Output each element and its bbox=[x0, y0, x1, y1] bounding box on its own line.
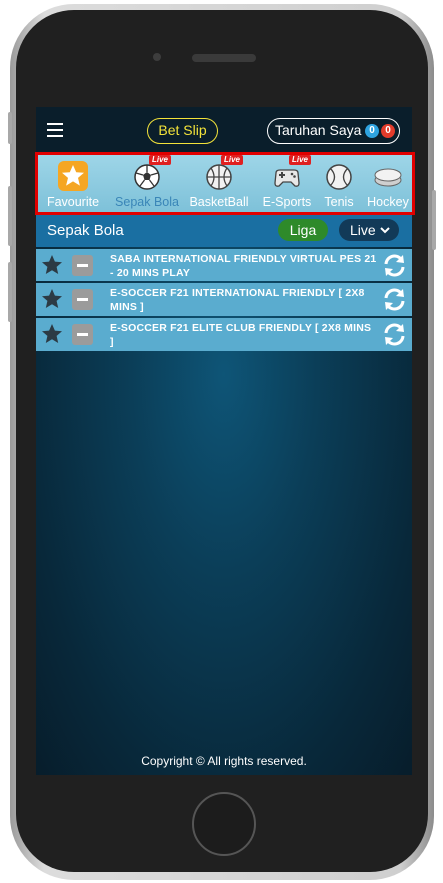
app-screen: Bet Slip Taruhan Saya 0 0 Favourite Live… bbox=[36, 107, 412, 775]
home-button[interactable] bbox=[192, 792, 256, 856]
my-bets-button[interactable]: Taruhan Saya 0 0 bbox=[267, 118, 400, 144]
collapse-icon[interactable] bbox=[72, 255, 93, 276]
favourite-star-icon[interactable] bbox=[41, 323, 63, 345]
favourite-star-icon[interactable] bbox=[41, 254, 63, 276]
league-row[interactable]: E-SOCCER F21 ELITE CLUB FRIENDLY [ 2X8 M… bbox=[36, 318, 412, 351]
sport-category-bar: Favourite Live Sepak Bola Live BasketBal… bbox=[36, 153, 412, 215]
sport-tab-tenis[interactable]: Tenis bbox=[320, 153, 358, 215]
league-row[interactable]: SABA INTERNATIONAL FRIENDLY VIRTUAL PES … bbox=[36, 249, 412, 281]
star-icon bbox=[58, 161, 88, 191]
live-dropdown[interactable]: Live bbox=[339, 219, 399, 241]
league-name: E-SOCCER F21 INTERNATIONAL FRIENDLY [ 2X… bbox=[110, 287, 365, 313]
phone-volume-down bbox=[8, 262, 12, 322]
sport-tab-label: Favourite bbox=[46, 195, 100, 209]
live-dropdown-label: Live bbox=[350, 222, 376, 238]
phone-volume-up bbox=[8, 186, 12, 246]
refresh-icon[interactable] bbox=[382, 322, 407, 347]
sport-tab-label: BasketBall bbox=[189, 195, 249, 209]
collapse-icon[interactable] bbox=[72, 289, 93, 310]
refresh-icon[interactable] bbox=[382, 287, 407, 312]
soccer-ball-icon bbox=[134, 164, 160, 190]
gamepad-icon bbox=[274, 169, 300, 187]
copyright-text: Copyright © All rights reserved. bbox=[141, 754, 307, 768]
chevron-down-icon bbox=[380, 227, 390, 234]
sport-tab-sepak-bola[interactable]: Live Sepak Bola bbox=[110, 153, 184, 215]
earpiece-speaker bbox=[192, 54, 256, 62]
my-bets-label: Taruhan Saya bbox=[275, 122, 362, 138]
league-row[interactable]: E-SOCCER F21 INTERNATIONAL FRIENDLY [ 2X… bbox=[36, 283, 412, 316]
sport-tab-label: E-Sports bbox=[262, 195, 312, 209]
live-tag: Live bbox=[289, 155, 312, 165]
bet-slip-button[interactable]: Bet Slip bbox=[147, 118, 218, 144]
active-tab-indicator bbox=[137, 212, 157, 214]
my-bets-count-badge-red: 0 bbox=[381, 124, 395, 138]
league-list: SABA INTERNATIONAL FRIENDLY VIRTUAL PES … bbox=[36, 249, 412, 351]
collapse-icon[interactable] bbox=[72, 324, 93, 345]
my-bets-count-badge-blue: 0 bbox=[365, 124, 379, 138]
liga-button[interactable]: Liga bbox=[278, 219, 328, 241]
top-bar: Bet Slip Taruhan Saya 0 0 bbox=[36, 107, 412, 153]
sport-tab-label: Hockey bbox=[367, 195, 409, 209]
live-tag: Live bbox=[221, 155, 244, 165]
sport-tab-e-sports[interactable]: Live E-Sports bbox=[256, 153, 318, 215]
hockey-puck-icon bbox=[374, 168, 402, 187]
hamburger-menu-icon[interactable] bbox=[47, 123, 63, 137]
section-header: Sepak Bola Liga Live bbox=[36, 215, 412, 247]
sport-tab-favourite[interactable]: Favourite bbox=[44, 153, 102, 215]
section-title: Sepak Bola bbox=[47, 222, 124, 239]
tennis-ball-icon bbox=[326, 164, 352, 190]
phone-mute-switch bbox=[8, 112, 12, 144]
league-name: E-SOCCER F21 ELITE CLUB FRIENDLY [ 2X8 M… bbox=[110, 322, 372, 348]
sport-tab-basketball[interactable]: Live BasketBall bbox=[186, 153, 252, 215]
sport-tab-hockey[interactable]: Hockey bbox=[362, 153, 412, 215]
phone-power-button bbox=[432, 190, 436, 250]
sport-tab-label: Sepak Bola bbox=[115, 195, 179, 209]
live-tag: Live bbox=[149, 155, 172, 165]
front-camera bbox=[153, 53, 161, 61]
refresh-icon[interactable] bbox=[382, 253, 407, 278]
basketball-icon bbox=[206, 164, 232, 190]
sport-tab-label: Tenis bbox=[324, 195, 354, 209]
league-name: SABA INTERNATIONAL FRIENDLY VIRTUAL PES … bbox=[110, 253, 377, 279]
favourite-star-icon[interactable] bbox=[41, 288, 63, 310]
